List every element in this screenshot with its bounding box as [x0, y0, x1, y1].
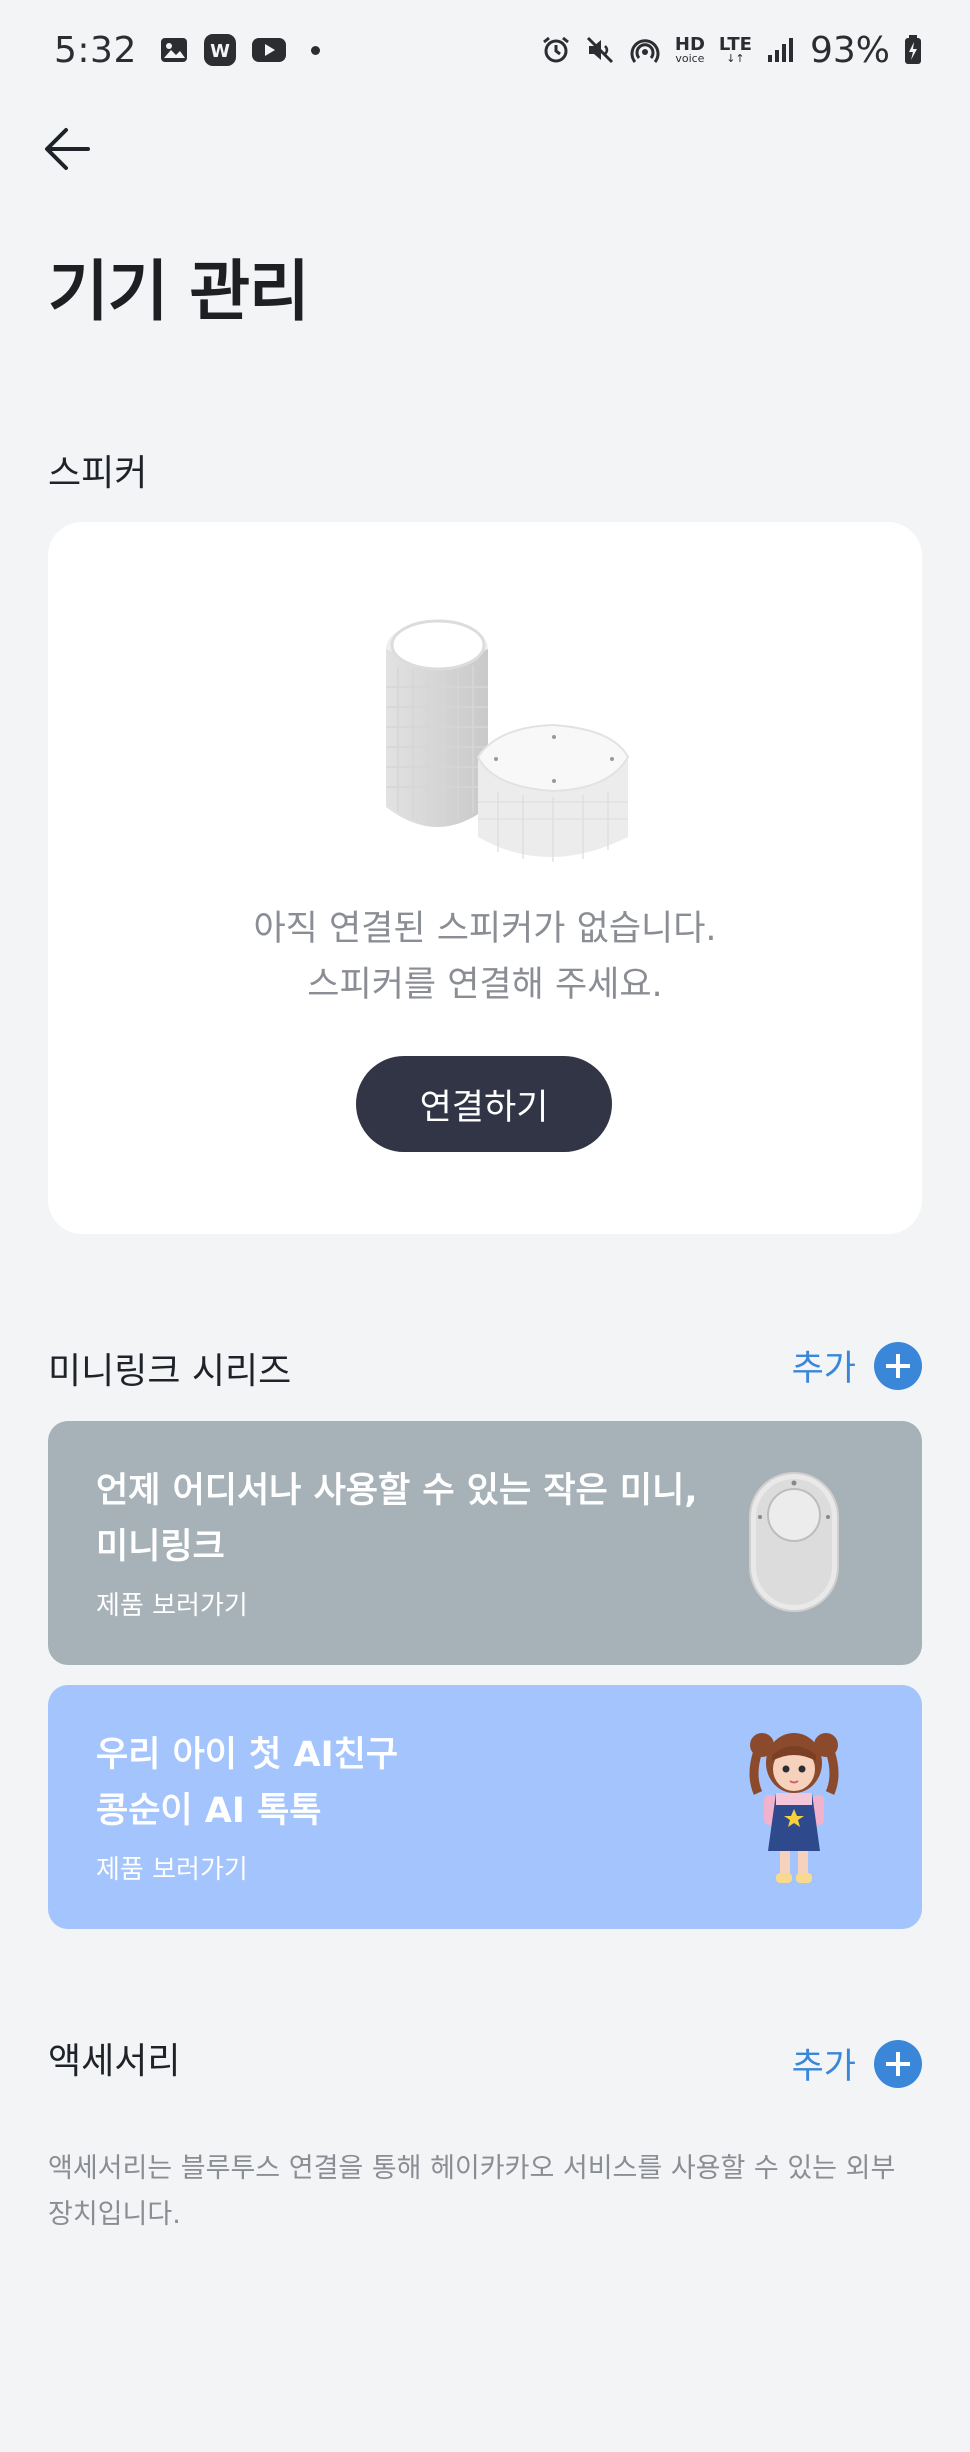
status-time: 5:32 [54, 29, 137, 71]
hd-voice-indicator: HD voice [675, 35, 705, 65]
hotspot-icon [629, 34, 661, 66]
promo-headline-line1: 우리 아이 첫 AI친구 [96, 1735, 399, 1775]
plus-icon [874, 1341, 922, 1390]
hd-sub-label: voice [675, 51, 705, 65]
add-label: 추가 [791, 1349, 856, 1389]
w-app-icon: W [203, 33, 237, 67]
promo-view-product-link: 제품 보러가기 [96, 1855, 248, 1885]
promo-headline: 우리 아이 첫 AI친구 콩순이 AI 톡톡 [96, 1727, 398, 1839]
back-arrow-icon [45, 128, 90, 170]
status-bar: 5:32 W HD voice LTE ↓↑ 93% [0, 0, 970, 100]
add-label: 추가 [791, 2047, 856, 2087]
speaker-empty-card: 아직 연결된 스피커가 없습니다. 스피커를 연결해 주세요. 연결하기 [48, 522, 922, 1234]
minilink-promo-card[interactable]: 언제 어디서나 사용할 수 있는 작은 미니, 미니링크 제품 보러가기 [48, 1421, 922, 1665]
notification-dot-icon [310, 45, 320, 55]
mute-icon [585, 35, 615, 65]
kongsuni-promo-card[interactable]: 우리 아이 첫 AI친구 콩순이 AI 톡톡 제품 보러가기 [48, 1685, 922, 1929]
minilink-section-title: 미니링크 시리즈 [48, 1351, 292, 1392]
battery-icon [904, 35, 922, 65]
promo-view-product-link: 제품 보러가기 [96, 1591, 248, 1621]
youtube-icon [251, 36, 287, 64]
empty-message-line1: 아직 연결된 스피커가 없습니다. [253, 909, 717, 949]
promo-headline: 언제 어디서나 사용할 수 있는 작은 미니, 미니링크 [96, 1463, 698, 1575]
alarm-icon [541, 35, 571, 65]
accessory-section-title: 액세서리 [48, 2041, 181, 2082]
speaker-section-title: 스피커 [48, 453, 148, 494]
promo-headline-line2: 콩순이 AI 톡톡 [96, 1791, 322, 1831]
accessory-description: 액세서리는 블루투스 연결을 통해 헤이카카오 서비스를 사용할 수 있는 외부… [48, 2153, 896, 2230]
status-bar-right: HD voice LTE ↓↑ 93% [541, 30, 922, 71]
promo-headline-line2: 미니링크 [96, 1527, 225, 1567]
battery-percent: 93% [809, 29, 890, 71]
image-icon [159, 36, 189, 64]
page-title: 기기 관리 [48, 253, 310, 330]
back-button[interactable] [36, 118, 98, 180]
empty-message-line2: 스피커를 연결해 주세요. [307, 965, 663, 1005]
lte-indicator: LTE ↓↑ [719, 35, 752, 64]
svg-text:W: W [210, 41, 230, 62]
plus-icon [874, 2039, 922, 2088]
accessory-add-button[interactable]: 추가 [792, 2038, 922, 2089]
signal-icon [766, 36, 796, 64]
device-management-screen: 5:32 W HD voice LTE ↓↑ 93% 기기 관리 스피커 아직 … [0, 0, 970, 2452]
minilink-add-button[interactable]: 추가 [792, 1340, 922, 1391]
minilink-device-image [749, 1472, 839, 1612]
status-bar-left: 5:32 W [54, 30, 320, 71]
promo-headline-line1: 언제 어디서나 사용할 수 있는 작은 미니, [96, 1471, 698, 1511]
speaker-illustration [386, 619, 630, 862]
kongsuni-doll-image [749, 1733, 839, 1883]
connect-speaker-button[interactable]: 연결하기 [356, 1056, 612, 1152]
